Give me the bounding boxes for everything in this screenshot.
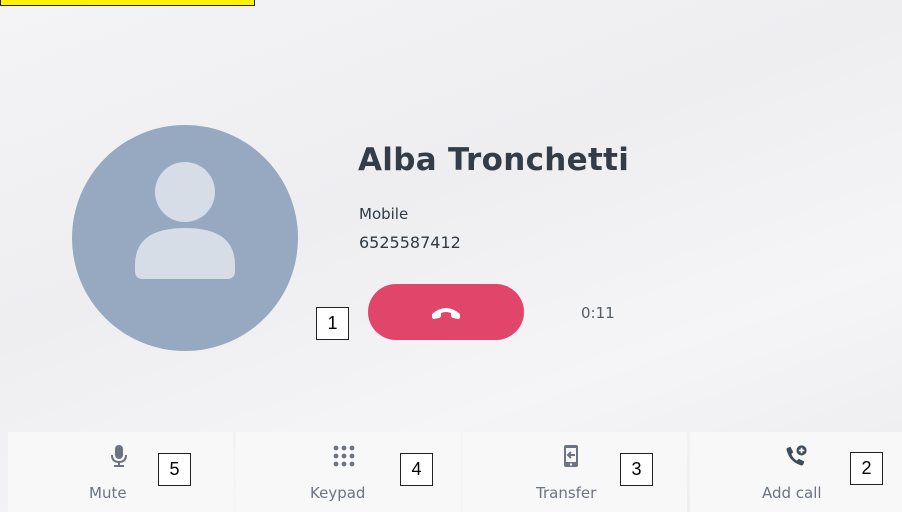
marker-1: 1 [316,307,349,340]
person-icon [135,162,235,279]
keypad-button[interactable]: Keypad 4 [236,432,461,512]
call-action-bar: Mute 5 Keypad 4 Transfer 3 Add call 2 [0,432,902,512]
keypad-label: Keypad [310,484,366,502]
keypad-icon [333,445,355,467]
contact-avatar [72,125,298,351]
transfer-label: Transfer [536,484,597,502]
phone-type: Mobile [359,205,409,223]
mute-label: Mute [89,484,127,502]
marker-2: 2 [850,452,883,485]
end-call-icon [432,308,460,319]
end-call-button[interactable] [368,284,524,340]
transfer-icon [564,445,578,467]
add-call-icon [786,445,807,466]
phone-number: 6525587412 [359,233,461,252]
transfer-button[interactable]: Transfer 3 [462,432,687,512]
add-call-label: Add call [762,484,822,502]
marker-4: 4 [400,453,433,486]
contact-name: Alba Tronchetti [358,142,630,178]
marker-5: 5 [158,453,191,486]
microphone-icon [111,445,127,467]
mute-button[interactable]: Mute 5 [8,432,233,512]
marker-3: 3 [620,453,653,486]
add-call-button[interactable]: Add call 2 [690,432,902,512]
call-timer: 0:11 [581,304,615,322]
call-screen: Alba Tronchetti Mobile 6525587412 0:11 1… [0,0,902,512]
